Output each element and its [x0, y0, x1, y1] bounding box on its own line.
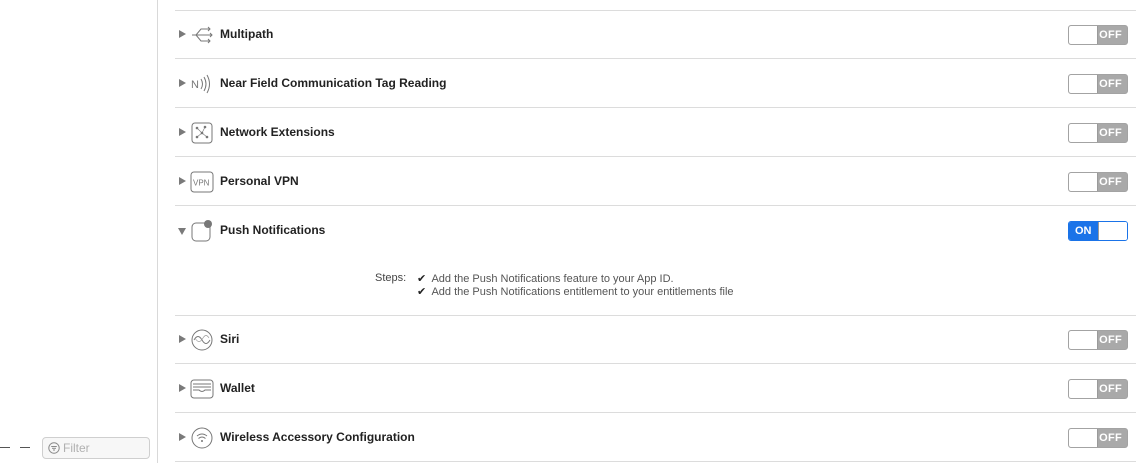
filter-field[interactable]	[42, 437, 150, 459]
push-notifications-icon	[191, 220, 212, 242]
nfc-icon: N	[191, 74, 210, 94]
svg-text:VPN: VPN	[193, 179, 210, 188]
toggle-knob	[1098, 222, 1127, 240]
capability-row-network-extensions[interactable]: Network Extensions OFF	[175, 109, 1136, 157]
toggle-state-label: OFF	[1099, 334, 1122, 346]
capability-title: Siri	[220, 332, 240, 346]
capability-title: Near Field Communication Tag Reading	[220, 76, 447, 90]
filter-icon	[48, 442, 60, 454]
network-extensions-icon	[191, 122, 213, 144]
capabilities-window: Multipath OFF N Near Field Communication…	[0, 0, 1140, 463]
capability-title: Push Notifications	[220, 223, 326, 237]
capability-title: Multipath	[220, 27, 274, 41]
capability-title: Wallet	[220, 381, 255, 395]
siri-icon	[191, 329, 213, 351]
capability-title: Personal VPN	[220, 174, 299, 188]
capability-row-nfc[interactable]: N Near Field Communication Tag Reading O…	[175, 60, 1136, 108]
toggle-knob	[1069, 26, 1098, 44]
step-item: ✔ Add the Push Notifications entitlement…	[417, 285, 734, 298]
capability-row-push-notifications[interactable]: Push Notifications ON	[175, 207, 1136, 316]
disclosure-triangle-icon[interactable]	[179, 384, 186, 392]
checkmark-icon: ✔	[417, 286, 427, 298]
svg-text:N: N	[191, 79, 199, 91]
toggle-knob	[1069, 331, 1098, 349]
toggle-state-label: OFF	[1099, 78, 1122, 90]
toggle-knob	[1069, 173, 1098, 191]
toggle-state-label: OFF	[1099, 432, 1122, 444]
multipath-icon	[192, 26, 213, 44]
capability-title: Network Extensions	[220, 125, 335, 139]
wireless-accessory-icon	[191, 427, 213, 449]
toggle-state-label: OFF	[1099, 127, 1122, 139]
toggle-state-label: OFF	[1099, 29, 1122, 41]
capability-row-siri[interactable]: Siri OFF	[175, 316, 1136, 364]
toggle-state-label: OFF	[1099, 176, 1122, 188]
step-text: Add the Push Notifications entitlement t…	[431, 286, 734, 298]
toggle-knob	[1069, 124, 1098, 142]
sidebar-footer	[0, 433, 157, 463]
disclosure-triangle-icon[interactable]	[178, 228, 186, 235]
capability-toggle[interactable]: OFF	[1068, 74, 1128, 94]
capability-title: Wireless Accessory Configuration	[220, 430, 415, 444]
remove-item-icon[interactable]	[0, 447, 10, 448]
vpn-icon: VPN	[190, 171, 214, 193]
capabilities-list: Multipath OFF N Near Field Communication…	[158, 0, 1140, 463]
collapse-icon[interactable]	[20, 447, 30, 448]
step-text: Add the Push Notifications feature to yo…	[431, 273, 674, 285]
steps-label: Steps:	[375, 272, 407, 284]
disclosure-triangle-icon[interactable]	[179, 433, 186, 441]
disclosure-triangle-icon[interactable]	[179, 177, 186, 185]
sidebar	[0, 0, 158, 463]
capability-toggle[interactable]: OFF	[1068, 123, 1128, 143]
toggle-knob	[1069, 429, 1098, 447]
filter-input[interactable]	[63, 440, 143, 456]
toggle-state-label: OFF	[1099, 383, 1122, 395]
toggle-state-label: ON	[1075, 225, 1092, 237]
capability-toggle[interactable]: OFF	[1068, 25, 1128, 45]
capability-row-personal-vpn[interactable]: VPN Personal VPN OFF	[175, 158, 1136, 206]
toggle-knob	[1069, 75, 1098, 93]
disclosure-triangle-icon[interactable]	[179, 79, 186, 87]
capability-toggle[interactable]: OFF	[1068, 172, 1128, 192]
capability-row-multipath[interactable]: Multipath OFF	[175, 11, 1136, 59]
capability-toggle[interactable]: OFF	[1068, 330, 1128, 350]
wallet-icon	[190, 379, 214, 399]
capability-row-wallet[interactable]: Wallet OFF	[175, 365, 1136, 413]
capability-toggle[interactable]: ON	[1068, 221, 1128, 241]
disclosure-triangle-icon[interactable]	[179, 30, 186, 38]
step-item: ✔ Add the Push Notifications feature to …	[417, 272, 674, 285]
capability-toggle[interactable]: OFF	[1068, 428, 1128, 448]
disclosure-triangle-icon[interactable]	[179, 335, 186, 343]
checkmark-icon: ✔	[417, 273, 427, 285]
capability-row-wireless-accessory[interactable]: Wireless Accessory Configuration OFF	[175, 414, 1136, 462]
toggle-knob	[1069, 380, 1098, 398]
disclosure-triangle-icon[interactable]	[179, 128, 186, 136]
capability-toggle[interactable]: OFF	[1068, 379, 1128, 399]
